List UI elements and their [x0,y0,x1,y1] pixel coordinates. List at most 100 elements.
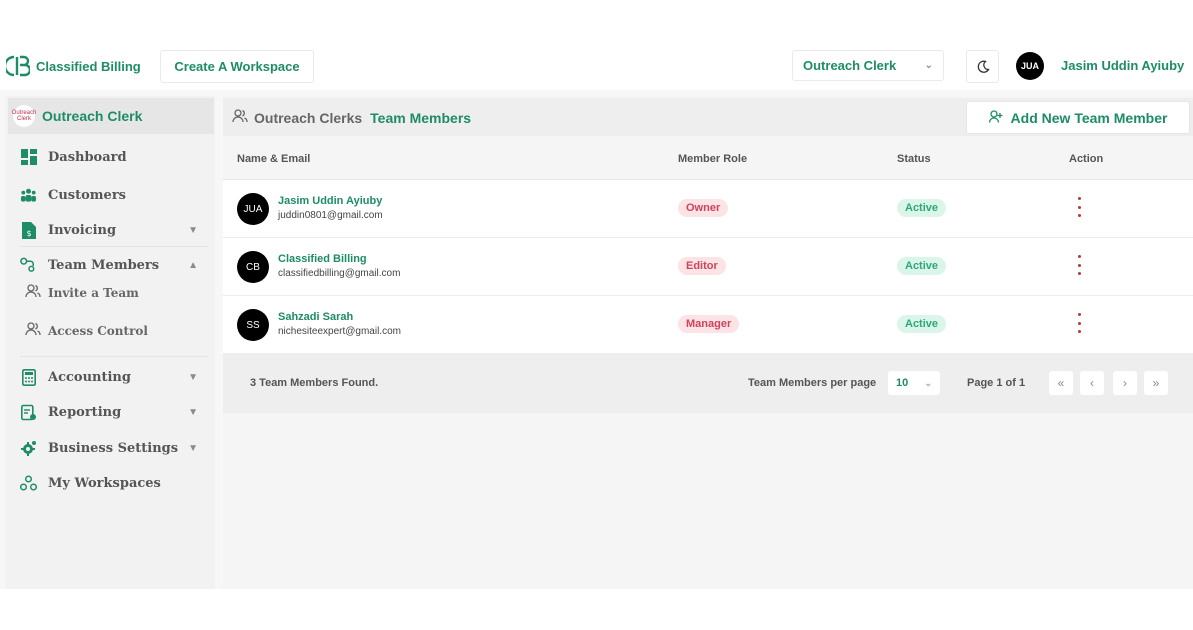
sidebar-divider [20,356,208,357]
table-header: Name & Email Member Role Status Action [223,140,1193,180]
workspace-select[interactable]: Outreach Clerk ⌄ [792,50,944,81]
role-badge: Manager [678,315,740,333]
status-badge: Active [897,199,947,217]
sidebar-item-label: Reporting [48,404,122,420]
users-group-icon [20,187,37,204]
column-header-name-email[interactable]: Name & Email [237,153,310,165]
sidebar-item-label: Business Settings [48,440,179,456]
gear-icon [20,440,37,457]
member-email: nichesiteexpert@gmail.com [278,326,401,337]
caret-up-icon: ▲ [188,259,198,271]
sidebar-divider [20,246,208,247]
chevron-left-icon: ‹ [1090,376,1094,390]
team-users-icon [232,109,248,126]
add-team-member-button[interactable]: Add New Team Member [966,101,1190,134]
first-page-button[interactable]: « [1049,371,1073,395]
sidebar-item-label: Team Members [48,257,160,273]
report-icon [20,404,37,421]
member-name: Sahzadi Sarah [278,311,354,323]
member-email: juddin0801@gmail.com [278,210,383,221]
page-indicator: Page 1 of 1 [967,377,1026,389]
table-row: CB Classified Billing classifiedbilling@… [223,238,1193,296]
per-page-value: 10 [896,377,909,389]
add-team-member-label: Add New Team Member [1010,109,1168,126]
page-title-main: Team Members [370,109,472,126]
sidebar [5,96,215,589]
page-title: Outreach Clerks Team Members [232,109,471,126]
double-chevron-left-icon: « [1057,376,1065,390]
sidebar-item-team-members[interactable]: Team Members ▲ [20,253,206,277]
column-header-action: Action [1069,153,1104,165]
member-email: classifiedbilling@gmail.com [278,268,401,279]
team-icon [20,257,37,274]
brand-logo[interactable]: Classified Billing [6,55,141,77]
table-row: SS Sahzadi Sarah nichesiteexpert@gmail.c… [223,296,1193,354]
per-page-select[interactable]: 10 ⌄ [888,371,940,395]
sidebar-subitem-invite-team[interactable]: Invite a Team [25,283,139,303]
avatar: JUA [237,193,269,225]
results-count: 3 Team Members Found. [250,377,379,389]
sidebar-item-label: Customers [48,187,126,203]
caret-down-icon: ▼ [188,442,198,454]
column-header-status[interactable]: Status [897,153,931,165]
sidebar-subitem-access-control[interactable]: Access Control [25,321,148,341]
moon-icon [977,60,990,73]
sidebar-item-customers[interactable]: Customers [20,183,206,207]
caret-down-icon: ▼ [188,224,198,236]
invoice-icon: $ [20,221,37,239]
chevron-down-icon: ⌄ [924,377,932,388]
last-page-button[interactable]: » [1144,371,1168,395]
avatar: SS [237,309,269,341]
users-icon [25,321,41,341]
double-chevron-right-icon: » [1152,376,1160,390]
chevron-down-icon: ⌄ [924,60,933,71]
sidebar-item-label: Invoicing [48,222,117,238]
sidebar-item-label: Accounting [48,369,131,385]
more-actions-icon[interactable] [1074,255,1084,275]
sidebar-item-invoicing[interactable]: $ Invoicing ▼ [20,218,206,242]
workspace-select-value: Outreach Clerk [803,58,897,73]
status-badge: Active [897,315,947,333]
user-name[interactable]: Jasim Uddin Ayiuby [1061,58,1184,73]
users-icon [25,283,41,303]
per-page-label: Team Members per page [748,377,877,389]
sidebar-item-my-workspaces[interactable]: My Workspaces [20,471,206,495]
member-name: Jasim Uddin Ayiuby [278,195,383,207]
workspaces-icon [20,475,37,492]
add-user-icon [988,109,1003,126]
previous-page-button[interactable]: ‹ [1080,371,1104,395]
page-title-prefix: Outreach Clerks [254,109,363,126]
svg-text:$: $ [26,229,31,238]
dashboard-icon [20,149,37,166]
brand-name: Classified Billing [36,58,141,74]
sidebar-item-accounting[interactable]: Accounting ▼ [20,365,206,389]
user-avatar[interactable]: JUA [1016,52,1044,80]
sidebar-item-label: Dashboard [48,149,127,165]
org-logo: Outreach Clerk [12,105,36,127]
more-actions-icon[interactable] [1074,197,1084,217]
theme-toggle-button[interactable] [966,50,999,83]
sidebar-item-label: My Workspaces [48,475,161,491]
brand-logo-icon [6,55,30,77]
org-name: Outreach Clerk [42,108,143,124]
avatar: CB [237,251,269,283]
calculator-icon [20,368,37,386]
sidebar-subitem-label: Access Control [48,324,148,338]
create-workspace-button[interactable]: Create A Workspace [160,50,314,83]
sidebar-item-dashboard[interactable]: Dashboard [20,145,206,169]
chevron-right-icon: › [1123,376,1127,390]
sidebar-item-reporting[interactable]: Reporting ▼ [20,400,206,424]
table-row: JUA Jasim Uddin Ayiuby juddin0801@gmail.… [223,180,1193,238]
sidebar-item-business-settings[interactable]: Business Settings ▼ [20,436,206,460]
column-header-member-role[interactable]: Member Role [678,153,747,165]
sidebar-subitem-label: Invite a Team [48,286,139,300]
role-badge: Owner [678,199,729,217]
caret-down-icon: ▼ [188,406,198,418]
role-badge: Editor [678,257,726,275]
more-actions-icon[interactable] [1074,313,1084,333]
caret-down-icon: ▼ [188,371,198,383]
sidebar-org-header[interactable]: Outreach Clerk Outreach Clerk [8,98,214,134]
status-badge: Active [897,257,947,275]
member-name: Classified Billing [278,253,367,265]
next-page-button[interactable]: › [1113,371,1137,395]
